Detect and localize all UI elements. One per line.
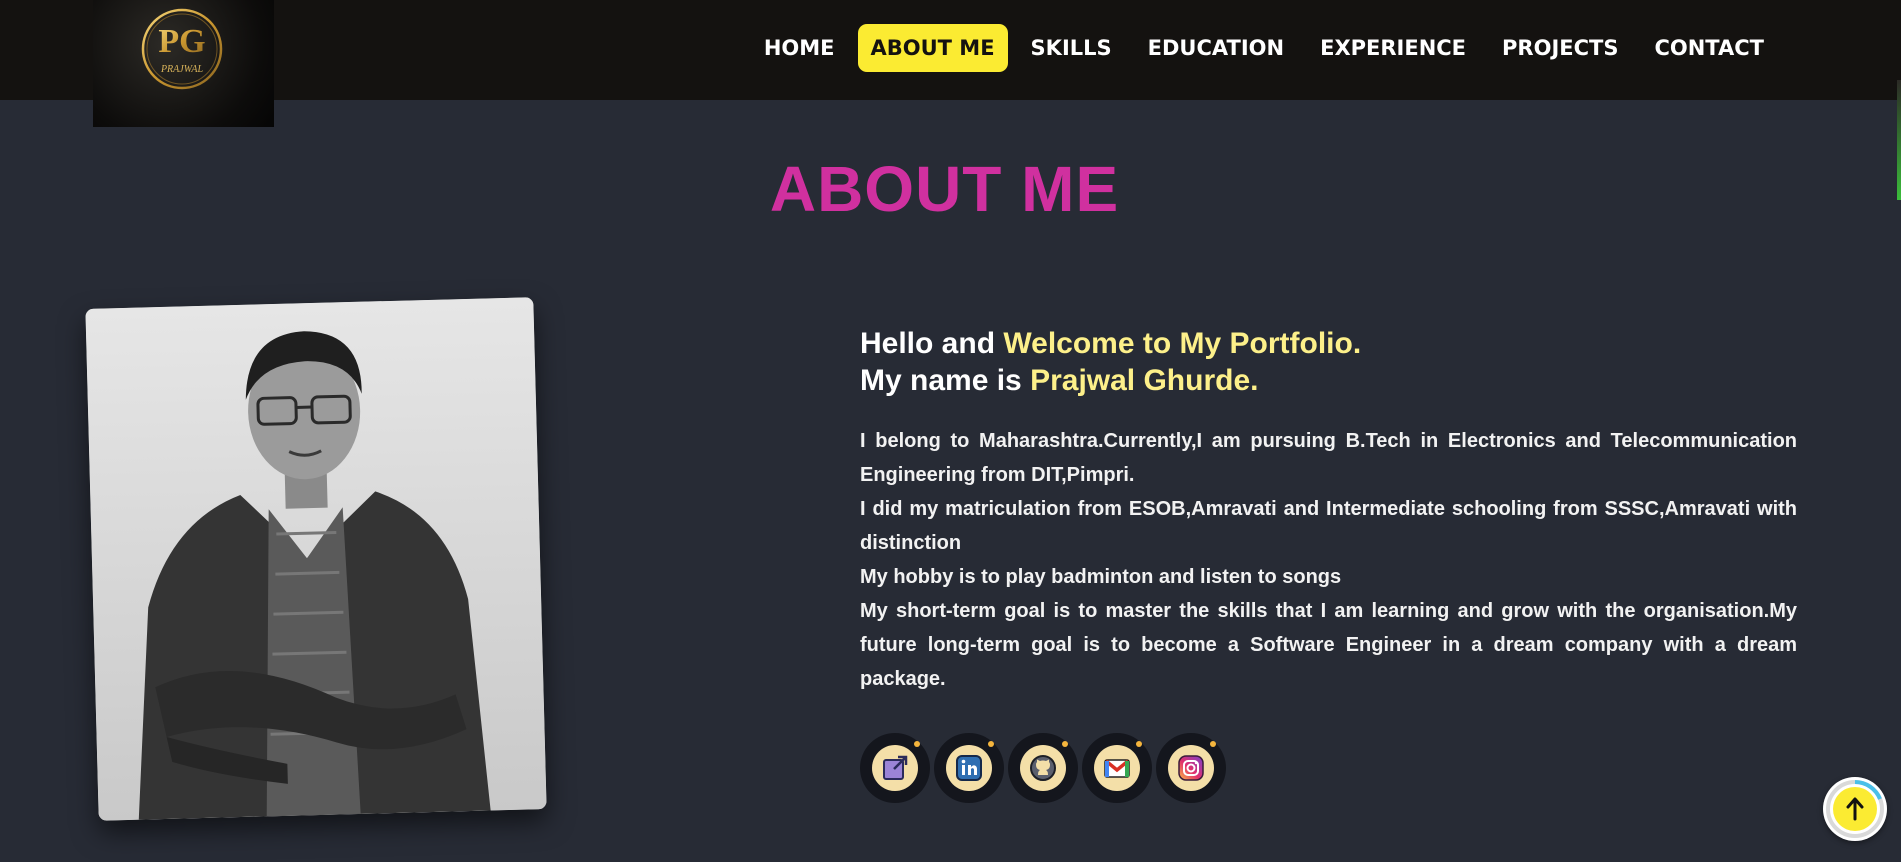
bio-paragraph: My short-term goal is to master the skil… [860,600,1797,690]
nav-about-me[interactable]: ABOUT ME [857,24,1008,72]
decoration-dot [1136,741,1142,747]
gmail-icon [1104,759,1130,778]
nav-education[interactable]: EDUCATION [1135,24,1297,72]
greeting-line1-highlight: Welcome to My Portfolio. [1003,327,1362,360]
instagram-button[interactable] [1156,733,1226,803]
nav-contact[interactable]: CONTACT [1641,24,1777,72]
github-icon [1030,755,1056,781]
decoration-dot [1210,741,1216,747]
greeting-line2-highlight: Prajwal Ghurde. [1030,364,1259,397]
nav-menu: HOME ABOUT ME SKILLS EDUCATION EXPERIENC… [751,24,1901,72]
logo-emblem: PG PRAJWAL [141,8,223,90]
decoration-dot [988,741,994,747]
scroll-progress-indicator [1897,80,1901,200]
section-title: ABOUT ME [769,153,1120,225]
portfolio-link-button[interactable] [860,733,930,803]
external-link-icon [883,755,908,780]
nav-skills[interactable]: SKILLS [1018,24,1125,72]
arrow-up-icon [1826,780,1884,838]
logo-monogram: PG [158,23,205,60]
bio-paragraph: I did my matriculation from ESOB,Amravat… [860,498,1797,554]
linkedin-icon [956,755,982,781]
logo[interactable]: PG PRAJWAL [93,0,274,127]
instagram-icon [1178,755,1204,781]
nav-experience[interactable]: EXPERIENCE [1307,24,1479,72]
logo-name: PRAJWAL [160,64,204,75]
nav-projects[interactable]: PROJECTS [1489,24,1631,72]
decoration-dot [914,741,920,747]
greeting-heading: Hello and Welcome to My Portfolio. My na… [860,325,1797,399]
bio-paragraph: My hobby is to play badminton and listen… [860,566,1342,588]
greeting-line1-text: Hello and [860,327,1004,360]
greeting-line2-text: My name is [860,364,1031,397]
about-content: Hello and Welcome to My Portfolio. My na… [860,325,1797,696]
gmail-button[interactable] [1082,733,1152,803]
social-links [860,733,1226,803]
bio-paragraph: I belong to Maharashtra.Currently,I am p… [860,430,1797,486]
linkedin-button[interactable] [934,733,1004,803]
bio: I belong to Maharashtra.Currently,I am p… [860,424,1797,696]
navbar: PG PRAJWAL HOME ABOUT ME SKILLS EDUCATIO… [0,0,1901,127]
decoration-dot [1062,741,1068,747]
nav-home[interactable]: HOME [751,24,848,72]
github-button[interactable] [1008,733,1078,803]
back-to-top-button[interactable] [1823,777,1887,841]
profile-photo [85,297,547,821]
